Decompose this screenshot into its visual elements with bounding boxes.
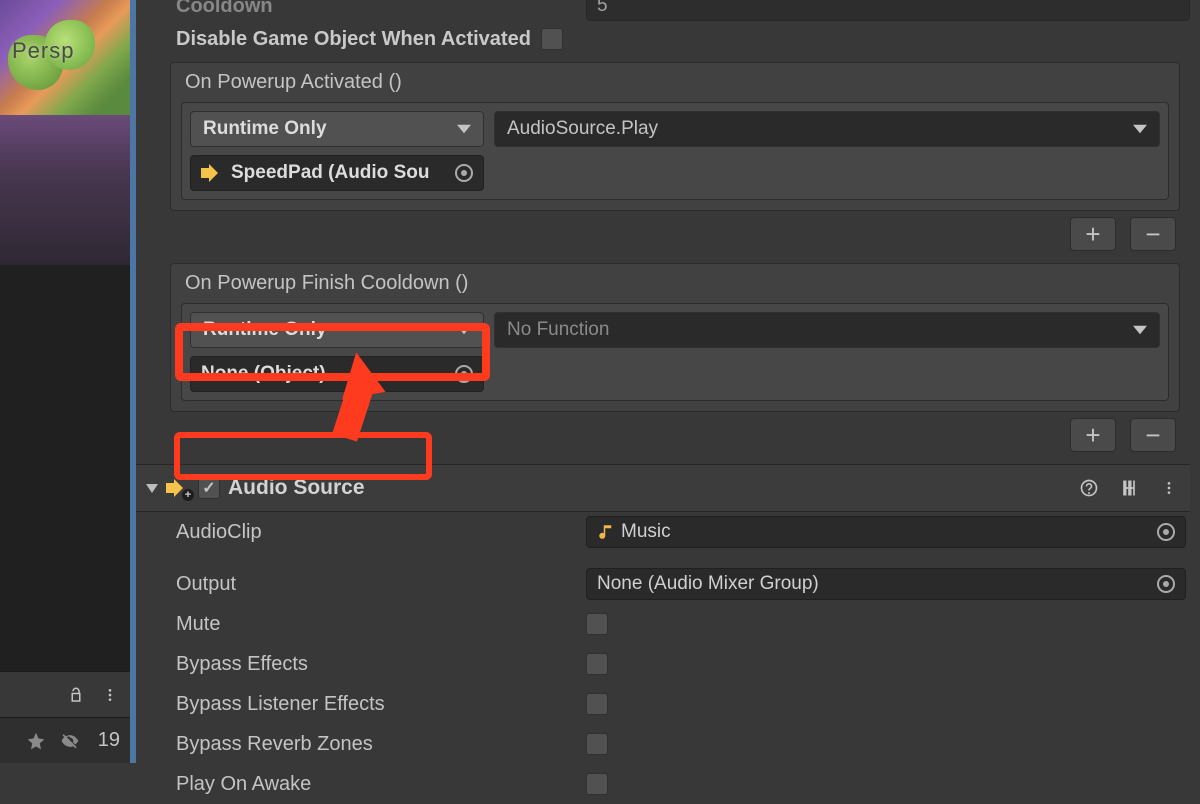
scene-preview[interactable]: Persp xyxy=(0,0,130,115)
hidden-count: 19 xyxy=(98,729,120,752)
event2-function-dropdown[interactable]: No Function xyxy=(494,312,1160,348)
play-on-awake-checkbox[interactable] xyxy=(586,773,608,795)
disable-checkbox[interactable] xyxy=(541,28,563,50)
cooldown-field[interactable]: 5 xyxy=(586,0,1190,21)
component-enable-checkbox[interactable] xyxy=(198,477,220,499)
disable-label: Disable Game Object When Activated xyxy=(176,28,531,51)
perspective-label: Persp xyxy=(12,38,74,64)
event1-function-dropdown[interactable]: AudioSource.Play xyxy=(494,111,1160,147)
mute-label: Mute xyxy=(176,613,586,636)
event-on-powerup-activated: On Powerup Activated () Runtime Only Aud… xyxy=(170,62,1180,211)
star-icon[interactable] xyxy=(26,731,46,751)
kebab-icon[interactable] xyxy=(1158,477,1180,499)
scene-footer: 19 xyxy=(0,671,130,763)
event1-object-field[interactable]: SpeedPad (Audio Sou xyxy=(190,155,484,191)
bypass-listener-label: Bypass Listener Effects xyxy=(176,693,586,716)
bypass-effects-checkbox[interactable] xyxy=(586,653,608,675)
mute-checkbox[interactable] xyxy=(586,613,608,635)
bypass-reverb-checkbox[interactable] xyxy=(586,733,608,755)
cooldown-label: Cooldown xyxy=(176,0,586,18)
bypass-effects-label: Bypass Effects xyxy=(176,653,586,676)
scene-sidebar: Persp 19 xyxy=(0,0,130,763)
event-on-powerup-finish-cooldown: On Powerup Finish Cooldown () Runtime On… xyxy=(170,263,1180,412)
audio-icon xyxy=(201,162,223,184)
foldout-icon[interactable] xyxy=(146,484,158,493)
object-picker-icon[interactable] xyxy=(455,164,473,182)
event2-add-button[interactable]: + xyxy=(1070,418,1116,452)
lock-icon[interactable] xyxy=(66,685,86,705)
audio-source-icon: + xyxy=(166,477,192,499)
audioclip-field[interactable]: Music xyxy=(586,516,1186,548)
object-picker-icon[interactable] xyxy=(455,365,473,383)
object-picker-icon[interactable] xyxy=(1157,575,1175,593)
hidden-icon[interactable] xyxy=(60,731,80,751)
event-header: On Powerup Finish Cooldown () xyxy=(171,264,1179,303)
play-on-awake-label: Play On Awake xyxy=(176,773,586,796)
event1-add-button[interactable]: + xyxy=(1070,217,1116,251)
bypass-reverb-label: Bypass Reverb Zones xyxy=(176,733,586,756)
output-field[interactable]: None (Audio Mixer Group) xyxy=(586,568,1186,600)
event1-remove-button[interactable]: − xyxy=(1130,217,1176,251)
preset-icon[interactable] xyxy=(1118,477,1140,499)
audioclip-label: AudioClip xyxy=(176,521,586,544)
event-header: On Powerup Activated () xyxy=(171,63,1179,102)
inspector-panel: Cooldown 5 Disable Game Object When Acti… xyxy=(136,0,1200,763)
output-label: Output xyxy=(176,573,586,596)
bypass-listener-checkbox[interactable] xyxy=(586,693,608,715)
object-picker-icon[interactable] xyxy=(1157,523,1175,541)
help-icon[interactable] xyxy=(1078,477,1100,499)
event2-mode-dropdown[interactable]: Runtime Only xyxy=(190,312,484,348)
event1-mode-dropdown[interactable]: Runtime Only xyxy=(190,111,484,147)
audio-source-component-header[interactable]: + Audio Source xyxy=(136,464,1190,512)
event2-object-field[interactable]: None (Object) xyxy=(190,356,484,392)
audio-source-title: Audio Source xyxy=(228,476,365,500)
event2-remove-button[interactable]: − xyxy=(1130,418,1176,452)
kebab-icon[interactable] xyxy=(100,685,120,705)
